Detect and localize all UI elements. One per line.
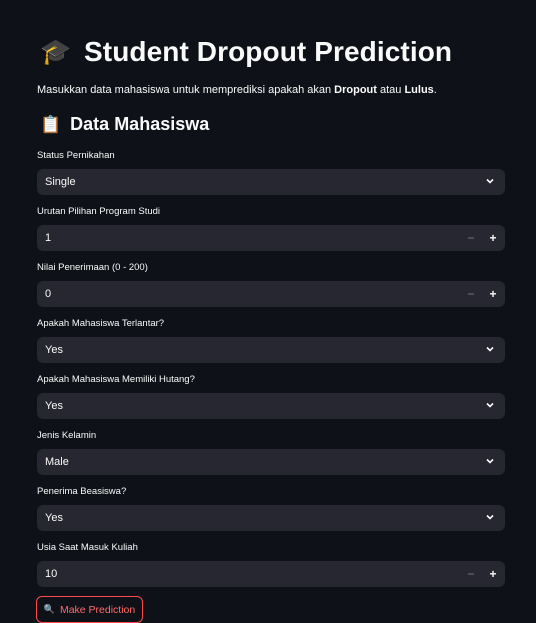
intro-lulus: Lulus <box>404 84 434 96</box>
field-label: Usia Saat Masuk Kuliah <box>37 542 138 553</box>
field-usia: Usia Saat Masuk Kuliah 10 − + <box>37 542 505 587</box>
field-label: Status Pernikahan <box>37 150 115 161</box>
field-nilai-penerimaan: Nilai Penerimaan (0 - 200) 0 − + <box>37 262 505 307</box>
urutan-number-input[interactable]: 1 − + <box>37 225 505 251</box>
field-label: Urutan Pilihan Program Studi <box>37 206 161 217</box>
terlantar-select[interactable]: Yes <box>37 337 505 363</box>
decrement-button[interactable]: − <box>460 561 482 587</box>
intro-dropout: Dropout <box>334 84 377 96</box>
chevron-down-icon <box>486 458 494 464</box>
app-page: 🎓 Student Dropout Prediction Masukkan da… <box>0 0 536 623</box>
select-value: Yes <box>45 512 63 524</box>
field-label: Apakah Mahasiswa Memiliki Hutang? <box>37 374 195 385</box>
magnifier-icon: 🔍 <box>43 604 55 614</box>
chevron-down-icon <box>486 346 494 352</box>
hutang-select[interactable]: Yes <box>37 393 505 419</box>
field-label: Apakah Mahasiswa Terlantar? <box>37 318 165 329</box>
select-value: Male <box>45 456 69 468</box>
field-label: Penerima Beasiswa? <box>37 486 127 497</box>
nilai-number-input[interactable]: 0 − + <box>37 281 505 307</box>
intro-text: Masukkan data mahasiswa untuk memprediks… <box>37 84 437 96</box>
field-jenis-kelamin: Jenis Kelamin Male <box>37 430 505 475</box>
graduation-cap-icon: 🎓 <box>40 37 72 66</box>
page-title: 🎓 Student Dropout Prediction <box>40 36 452 68</box>
section-title: Data Mahasiswa <box>70 114 210 134</box>
make-prediction-button[interactable]: 🔍 Make Prediction <box>36 596 143 623</box>
status-select[interactable]: Single <box>37 169 505 195</box>
increment-button[interactable]: + <box>482 225 504 251</box>
field-label: Jenis Kelamin <box>37 430 97 441</box>
decrement-button[interactable]: − <box>460 225 482 251</box>
field-status-pernikahan: Status Pernikahan Single <box>37 150 505 195</box>
section-heading: 📋 Data Mahasiswa <box>40 114 209 135</box>
select-value: Yes <box>45 400 63 412</box>
field-hutang: Apakah Mahasiswa Memiliki Hutang? Yes <box>37 374 505 419</box>
field-label: Nilai Penerimaan (0 - 200) <box>37 262 148 273</box>
number-value: 1 <box>45 232 52 244</box>
page-title-text: Student Dropout Prediction <box>84 36 453 67</box>
number-value: 0 <box>45 288 52 300</box>
beasiswa-select[interactable]: Yes <box>37 505 505 531</box>
intro-mid: atau <box>376 84 405 96</box>
increment-button[interactable]: + <box>482 561 504 587</box>
number-value: 10 <box>45 568 58 580</box>
decrement-button[interactable]: − <box>460 281 482 307</box>
select-value: Yes <box>45 344 63 356</box>
increment-button[interactable]: + <box>482 281 504 307</box>
field-beasiswa: Penerima Beasiswa? Yes <box>37 486 505 531</box>
intro-prefix: Masukkan data mahasiswa untuk memprediks… <box>37 84 335 96</box>
chevron-down-icon <box>486 178 494 184</box>
field-terlantar: Apakah Mahasiswa Terlantar? Yes <box>37 318 505 363</box>
usia-number-input[interactable]: 10 − + <box>37 561 505 587</box>
gender-select[interactable]: Male <box>37 449 505 475</box>
chevron-down-icon <box>486 402 494 408</box>
intro-suffix: . <box>433 84 437 96</box>
clipboard-icon: 📋 <box>40 114 62 134</box>
chevron-down-icon <box>486 514 494 520</box>
field-urutan-pilihan: Urutan Pilihan Program Studi 1 − + <box>37 206 505 251</box>
select-value: Single <box>45 176 76 188</box>
button-label: Make Prediction <box>59 603 136 616</box>
